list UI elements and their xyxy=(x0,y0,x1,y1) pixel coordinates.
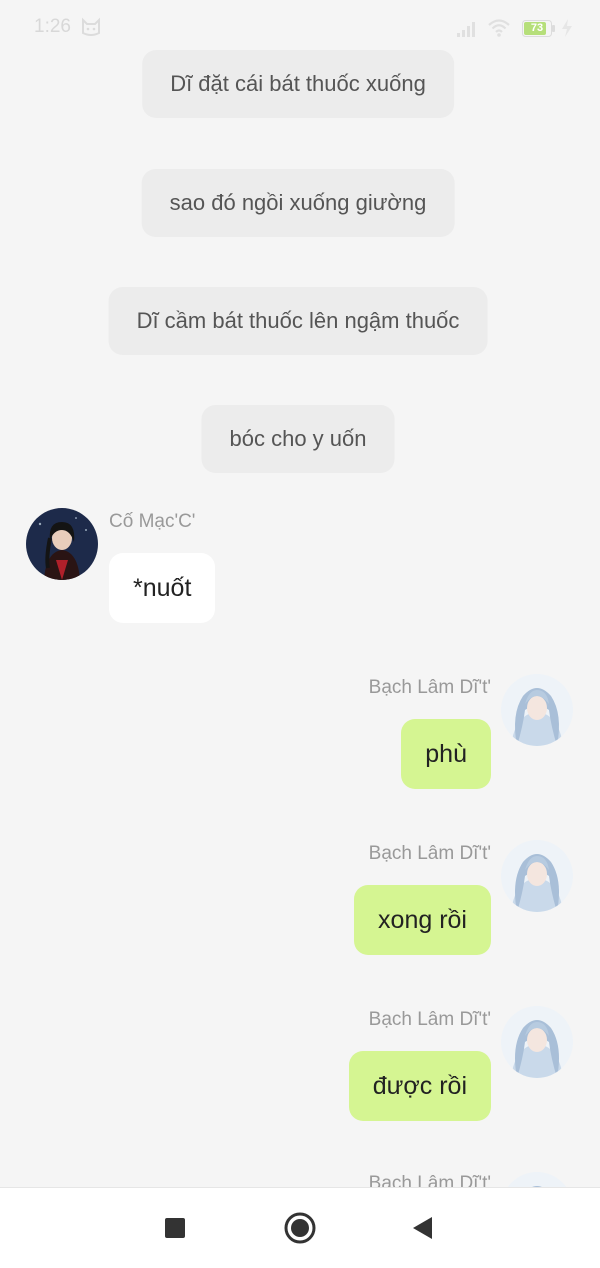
message-bubble-outgoing[interactable]: được rồi xyxy=(348,1051,491,1121)
system-message: bóc cho y uốn xyxy=(201,405,395,473)
wifi-icon xyxy=(488,19,510,37)
system-message: sao đó ngồi xuống giường xyxy=(141,169,455,237)
message-bubble-outgoing[interactable]: phù xyxy=(401,719,491,789)
avatar-bach-lam-di[interactable] xyxy=(501,840,573,912)
sender-name: Bạch Lâm Dĩ't' xyxy=(368,677,491,698)
message-bubble-outgoing[interactable]: xong rồi xyxy=(354,885,491,955)
avatar-co-mac[interactable] xyxy=(26,508,98,580)
battery-level-text: 73 xyxy=(530,22,544,34)
status-time: 1:26 xyxy=(34,16,71,37)
sender-name: Bạch Lâm Dĩ't' xyxy=(368,1009,491,1030)
system-message: Dĩ cầm bát thuốc lên ngậm thuốc xyxy=(108,287,488,355)
recents-square-icon[interactable] xyxy=(155,1208,195,1248)
battery-icon: 73 xyxy=(522,20,556,37)
cat-icon xyxy=(82,17,100,36)
system-message: Dĩ đặt cái bát thuốc xuống xyxy=(142,50,454,118)
sender-name: Bạch Lâm Dĩ't' xyxy=(368,843,491,864)
navigation-bar xyxy=(0,1187,600,1268)
avatar-bach-lam-di[interactable] xyxy=(501,1006,573,1078)
sender-name: Cố Mạc'C' xyxy=(109,511,196,532)
signal-icon xyxy=(457,22,475,37)
back-triangle-icon[interactable] xyxy=(402,1208,442,1248)
avatar-bach-lam-di[interactable] xyxy=(501,674,573,746)
message-bubble-incoming[interactable]: *nuốt xyxy=(109,553,216,623)
home-circle-icon[interactable] xyxy=(280,1208,320,1248)
bolt-icon xyxy=(562,19,572,37)
